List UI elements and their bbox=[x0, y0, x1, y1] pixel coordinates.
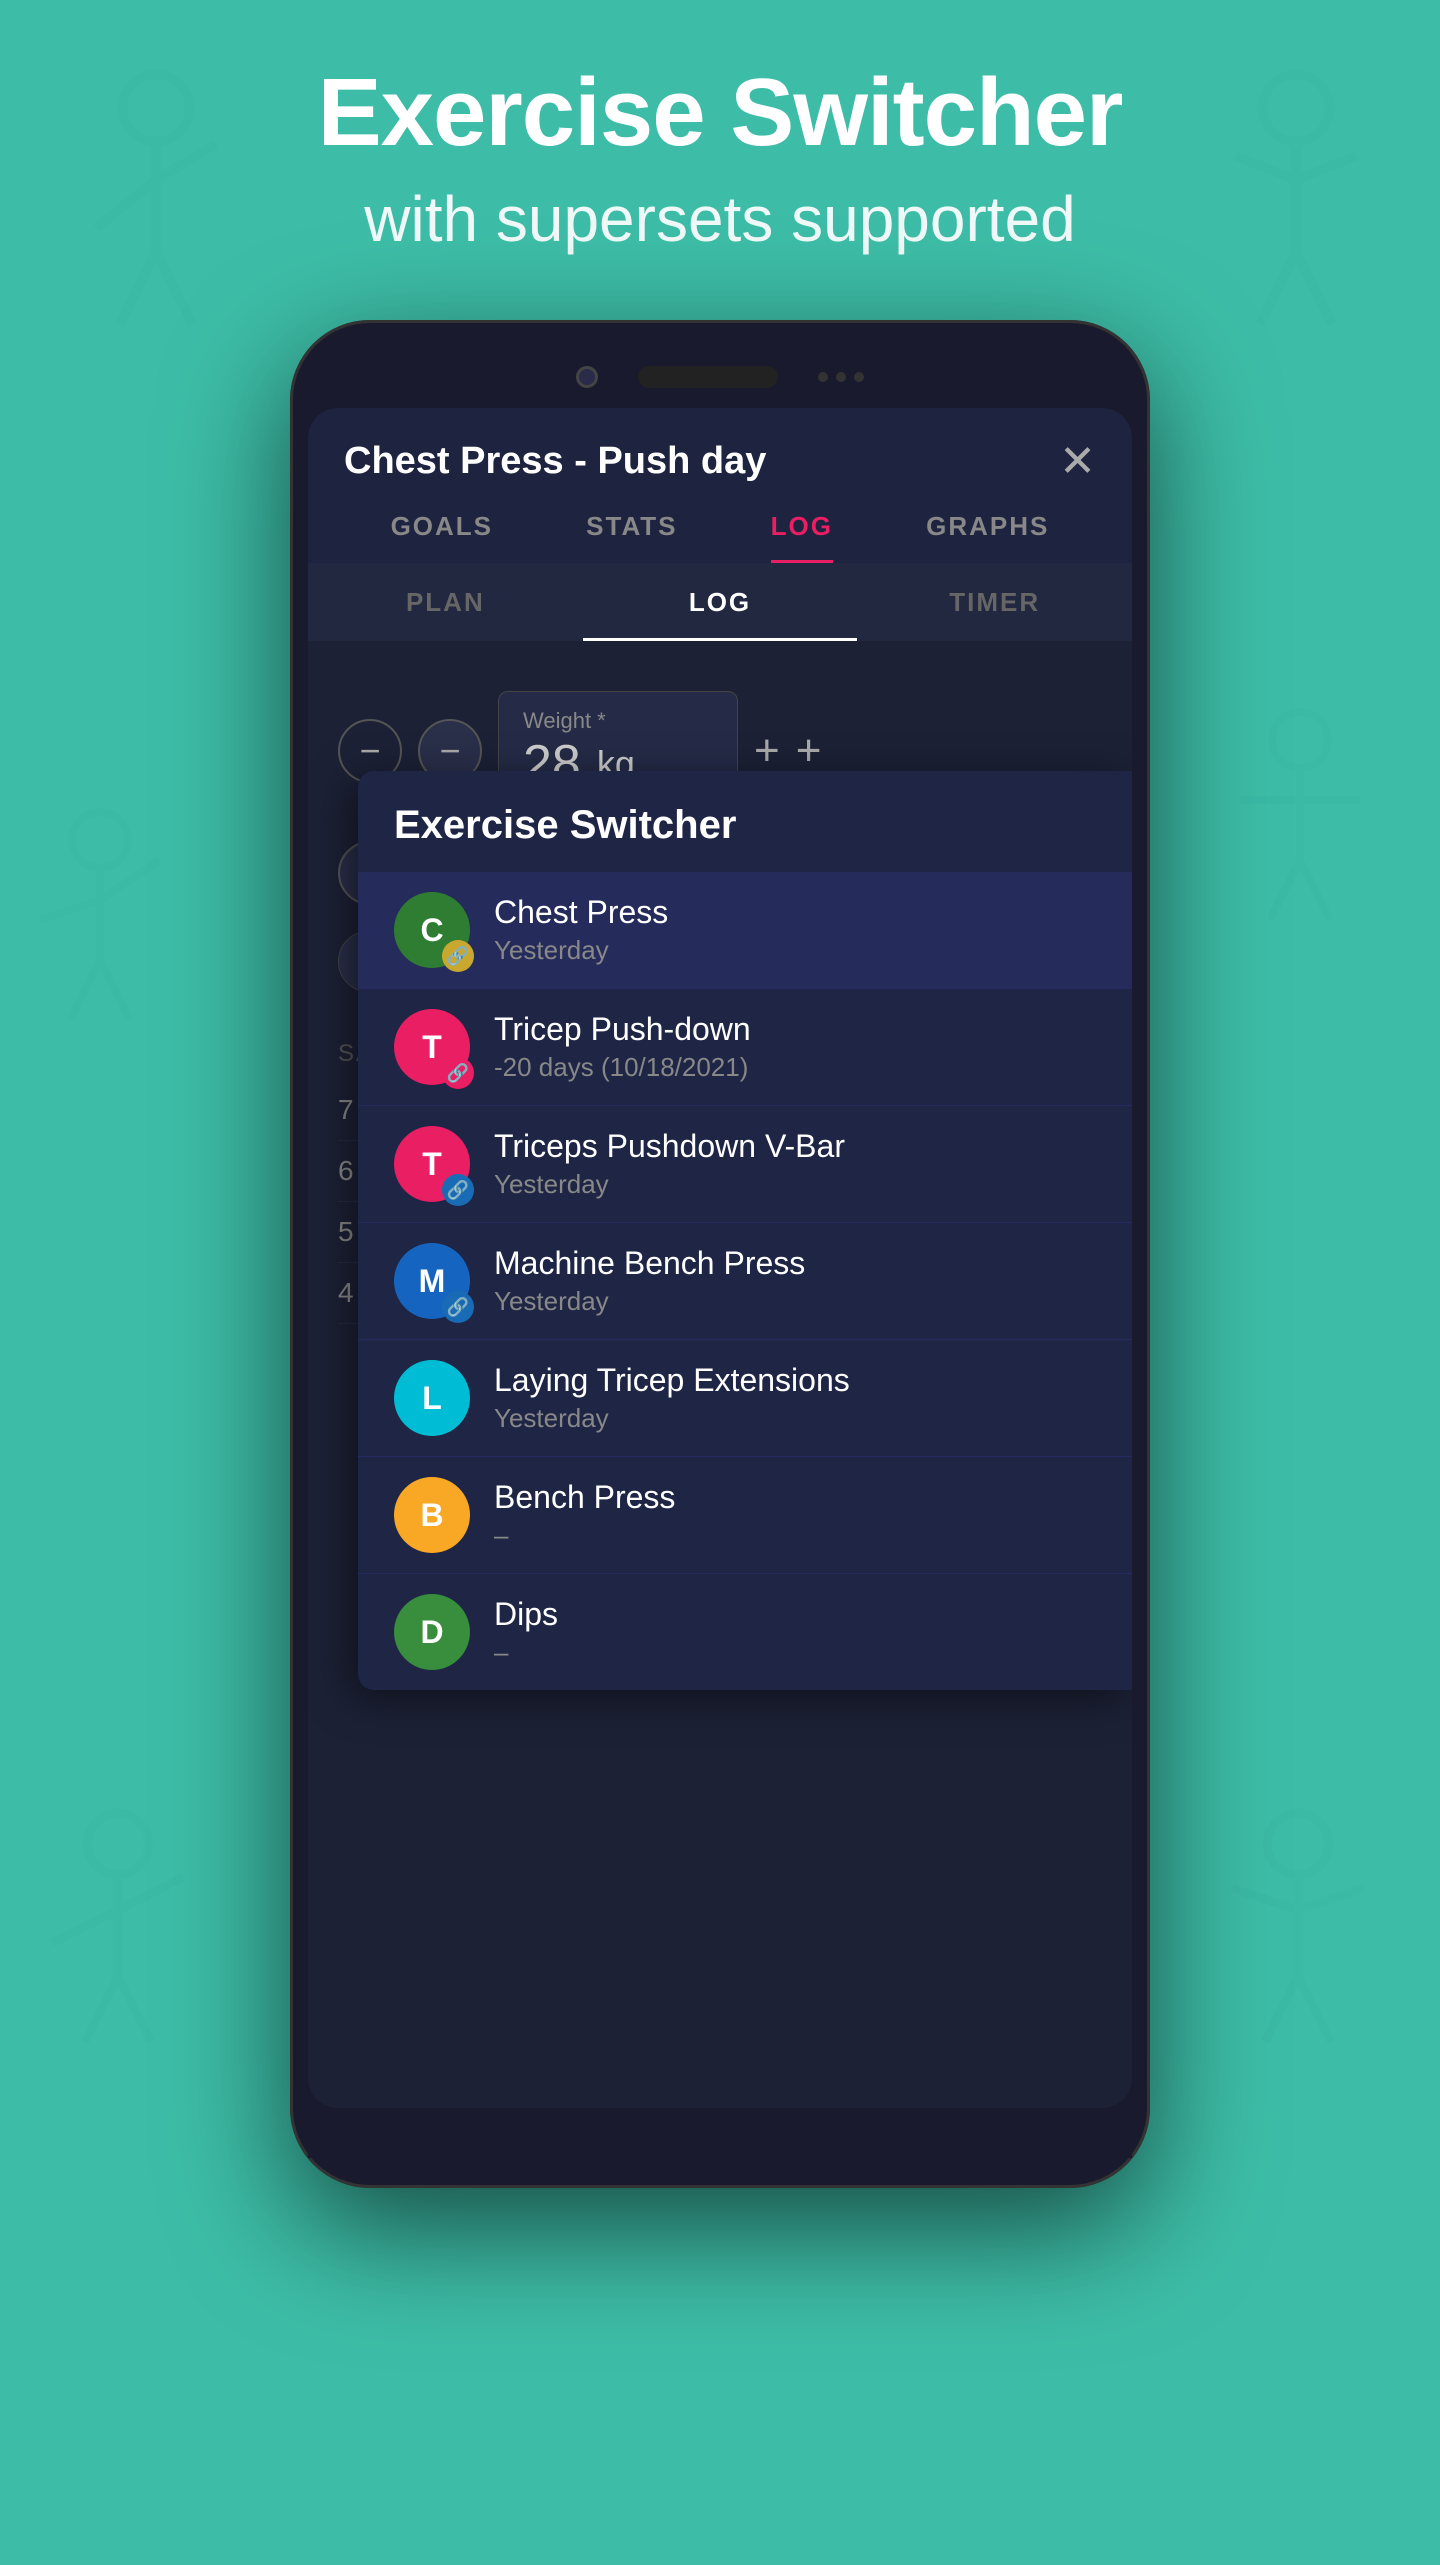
tab-stats[interactable]: STATS bbox=[586, 511, 677, 563]
app-tabs: GOALS STATS LOG GRAPHS bbox=[344, 511, 1096, 563]
avatar-letter: T bbox=[422, 1146, 442, 1183]
app-title: Chest Press - Push day bbox=[344, 440, 766, 483]
link-badge-machine-bench: 🔗 bbox=[442, 1291, 474, 1323]
switcher-title: Exercise Switcher bbox=[358, 771, 1132, 872]
switcher-date: -20 days (10/18/2021) bbox=[494, 1052, 1096, 1083]
switcher-item-bench-press[interactable]: B Bench Press – bbox=[358, 1457, 1132, 1574]
close-button[interactable]: ✕ bbox=[1059, 436, 1096, 487]
link-badge-tricep-pushdown: 🔗 bbox=[442, 1057, 474, 1089]
switcher-item-triceps-vbar[interactable]: T 🔗 Triceps Pushdown V-Bar Yesterday bbox=[358, 1106, 1132, 1223]
phone-speaker bbox=[638, 366, 778, 388]
phone-top-bar bbox=[308, 350, 1132, 408]
switcher-text-machine-bench: Machine Bench Press Yesterday bbox=[494, 1245, 1096, 1317]
avatar-letter: T bbox=[422, 1029, 442, 1066]
sec-tab-log[interactable]: LOG bbox=[583, 563, 858, 641]
avatar-letter: D bbox=[420, 1614, 443, 1651]
switcher-date: Yesterday bbox=[494, 1286, 1096, 1317]
app-topbar: Chest Press - Push day ✕ GOALS STATS LOG… bbox=[308, 408, 1132, 563]
avatar-chest-press: C 🔗 bbox=[394, 892, 470, 968]
switcher-date: – bbox=[494, 1637, 1096, 1668]
avatar-machine-bench: M 🔗 bbox=[394, 1243, 470, 1319]
exercise-switcher-overlay: Exercise Switcher C 🔗 Chest Press Yester… bbox=[358, 771, 1132, 1690]
avatar-bench-press: B bbox=[394, 1477, 470, 1553]
avatar-letter: M bbox=[419, 1263, 446, 1300]
switcher-date: Yesterday bbox=[494, 935, 1096, 966]
switcher-text-chest-press: Chest Press Yesterday bbox=[494, 894, 1096, 966]
tab-goals[interactable]: GOALS bbox=[391, 511, 493, 563]
app-content: − − Weight * 28 kg + + − bbox=[308, 641, 1132, 1324]
avatar-letter: B bbox=[420, 1497, 443, 1534]
switcher-item-machine-bench[interactable]: M 🔗 Machine Bench Press Yesterday bbox=[358, 1223, 1132, 1340]
switcher-item-laying-tricep[interactable]: L Laying Tricep Extensions Yesterday bbox=[358, 1340, 1132, 1457]
tab-graphs[interactable]: GRAPHS bbox=[926, 511, 1049, 563]
avatar-letter: C bbox=[420, 912, 443, 949]
switcher-name: Chest Press bbox=[494, 894, 1096, 931]
phone-dots bbox=[818, 372, 864, 382]
switcher-item-tricep-pushdown[interactable]: T 🔗 Tricep Push-down -20 days (10/18/202… bbox=[358, 989, 1132, 1106]
link-badge-triceps-vbar: 🔗 bbox=[442, 1174, 474, 1206]
avatar-letter: L bbox=[422, 1380, 442, 1417]
secondary-tabs: PLAN LOG TIMER bbox=[308, 563, 1132, 641]
header-area: Exercise Switcher with supersets support… bbox=[0, 0, 1440, 256]
sec-tab-timer[interactable]: TIMER bbox=[857, 563, 1132, 641]
phone-camera bbox=[576, 366, 598, 388]
link-badge-chest-press: 🔗 bbox=[442, 940, 474, 972]
plus-button-1[interactable]: + bbox=[754, 726, 780, 776]
switcher-text-triceps-vbar: Triceps Pushdown V-Bar Yesterday bbox=[494, 1128, 1096, 1200]
switcher-text-tricep-pushdown: Tricep Push-down -20 days (10/18/2021) bbox=[494, 1011, 1096, 1083]
avatar-triceps-vbar: T 🔗 bbox=[394, 1126, 470, 1202]
switcher-date: Yesterday bbox=[494, 1403, 1096, 1434]
switcher-text-dips: Dips – bbox=[494, 1596, 1096, 1668]
switcher-text-laying-tricep: Laying Tricep Extensions Yesterday bbox=[494, 1362, 1096, 1434]
switcher-text-bench-press: Bench Press – bbox=[494, 1479, 1096, 1551]
weight-label: Weight * bbox=[523, 708, 713, 734]
switcher-name: Tricep Push-down bbox=[494, 1011, 1096, 1048]
avatar-dips: D bbox=[394, 1594, 470, 1670]
switcher-date: – bbox=[494, 1520, 1096, 1551]
sec-tab-plan[interactable]: PLAN bbox=[308, 563, 583, 641]
switcher-name: Laying Tricep Extensions bbox=[494, 1362, 1096, 1399]
switcher-name: Machine Bench Press bbox=[494, 1245, 1096, 1282]
avatar-tricep-pushdown: T 🔗 bbox=[394, 1009, 470, 1085]
switcher-item-dips[interactable]: D Dips – bbox=[358, 1574, 1132, 1690]
sub-title: with supersets supported bbox=[0, 182, 1440, 256]
switcher-item-chest-press[interactable]: C 🔗 Chest Press Yesterday bbox=[358, 872, 1132, 989]
switcher-name: Triceps Pushdown V-Bar bbox=[494, 1128, 1096, 1165]
avatar-laying-tricep: L bbox=[394, 1360, 470, 1436]
phone-mockup: Chest Press - Push day ✕ GOALS STATS LOG… bbox=[290, 320, 1150, 2188]
switcher-date: Yesterday bbox=[494, 1169, 1096, 1200]
switcher-name: Dips bbox=[494, 1596, 1096, 1633]
plus-button-2[interactable]: + bbox=[796, 726, 822, 776]
main-title: Exercise Switcher bbox=[0, 60, 1440, 166]
switcher-name: Bench Press bbox=[494, 1479, 1096, 1516]
phone-bottom bbox=[308, 2108, 1132, 2158]
phone-screen: Chest Press - Push day ✕ GOALS STATS LOG… bbox=[308, 408, 1132, 2108]
tab-log[interactable]: LOG bbox=[771, 511, 833, 563]
